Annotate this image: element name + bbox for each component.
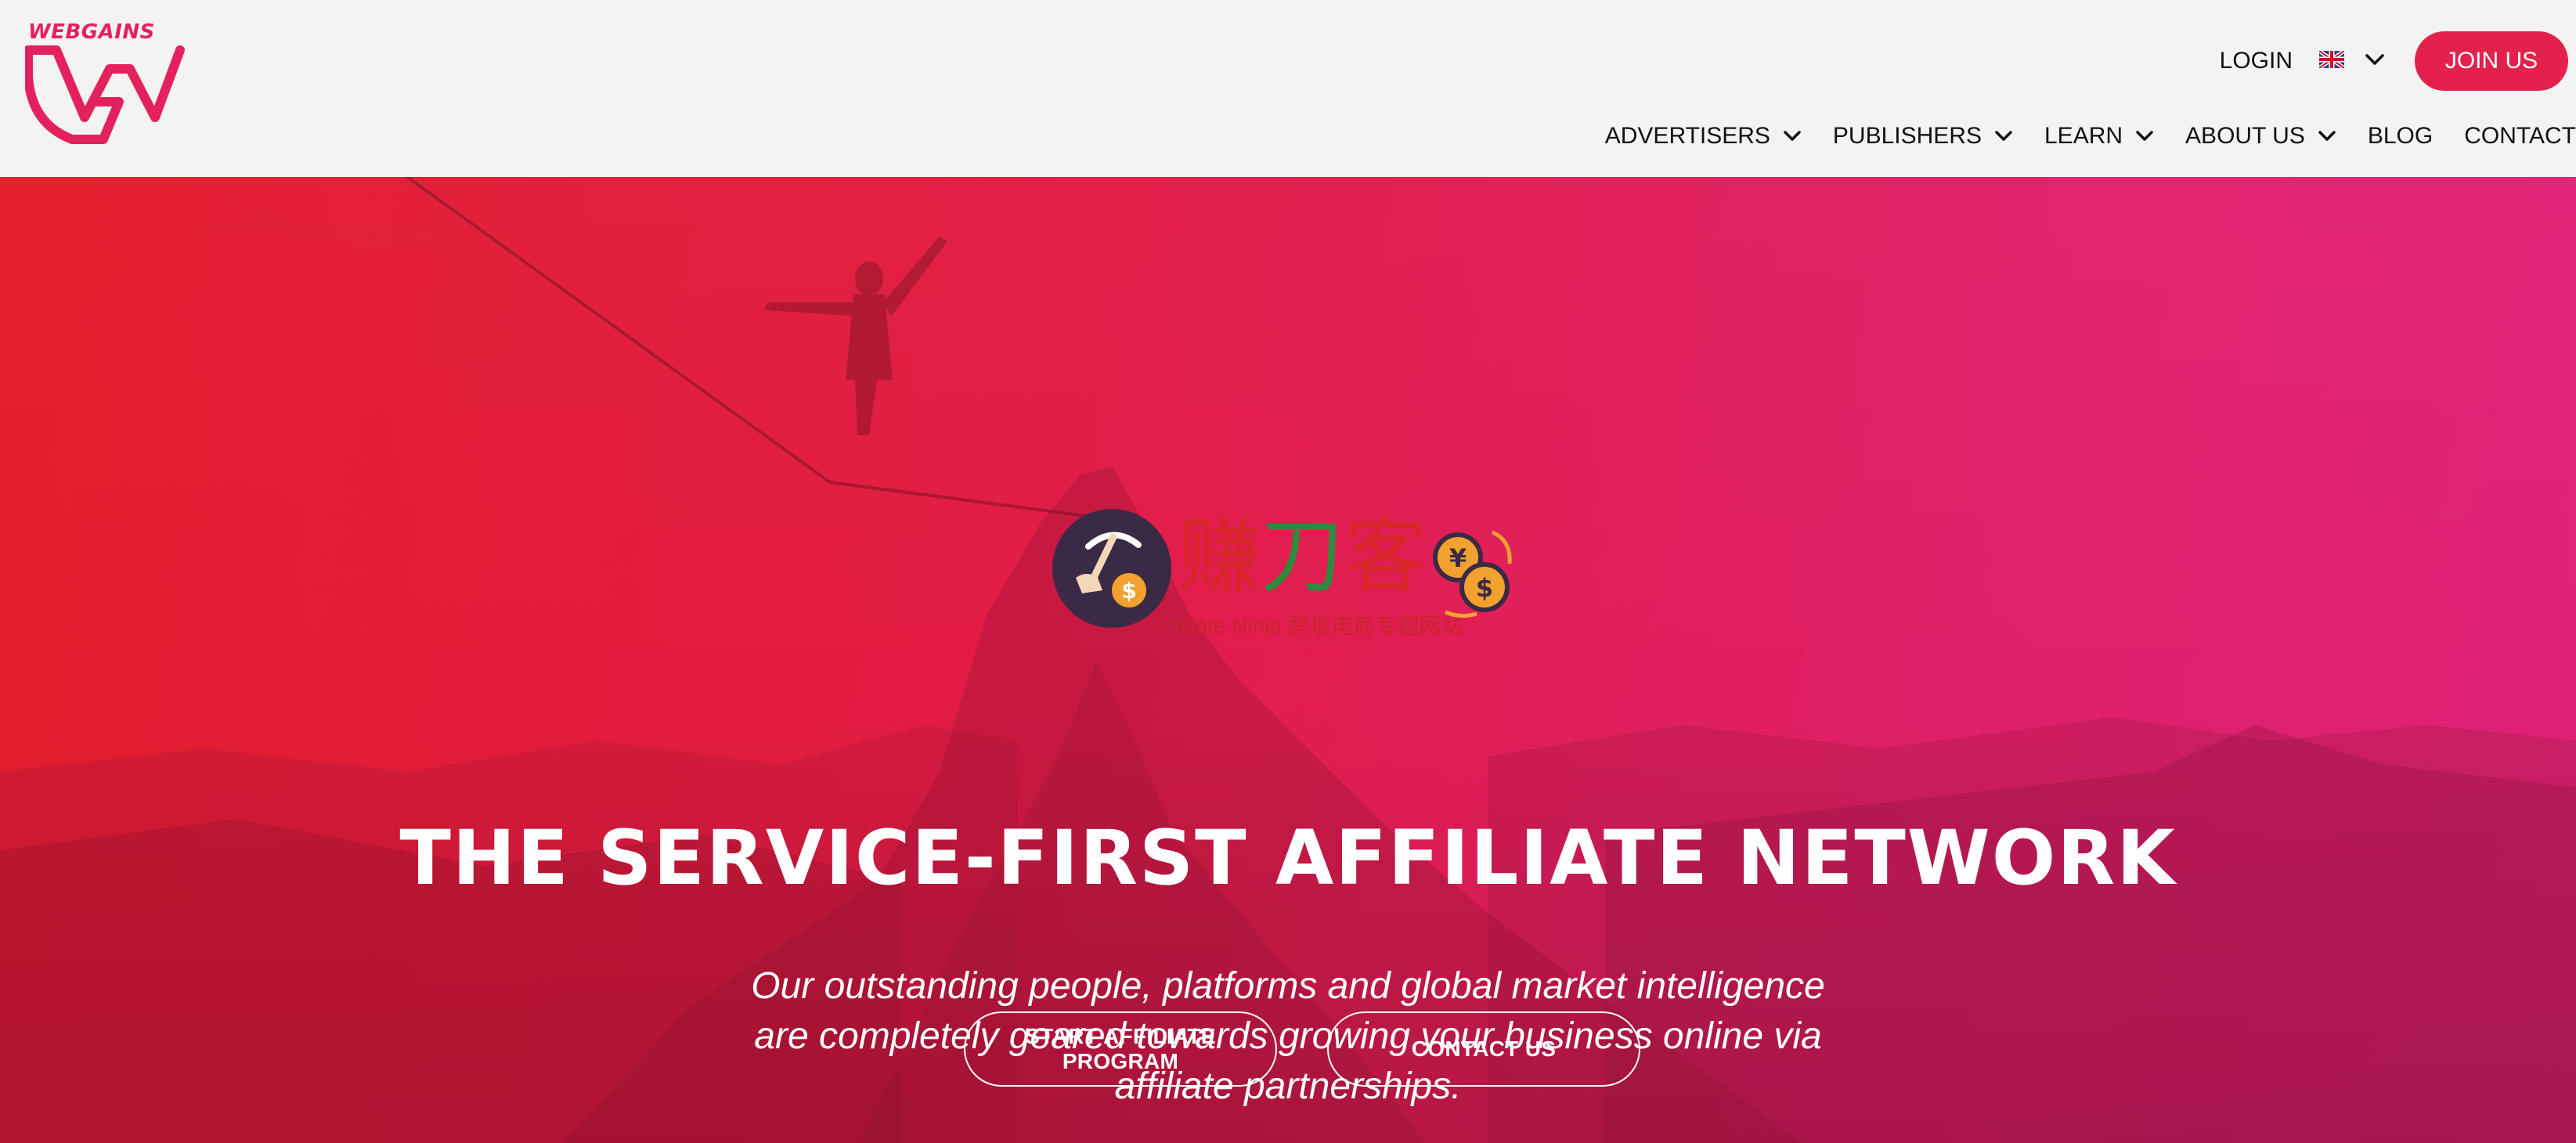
- svg-text:$: $: [1121, 578, 1136, 604]
- nav-item-label: LEARN: [2044, 123, 2123, 149]
- chevron-down-icon: [1995, 131, 2012, 141]
- watermark-char: 刀: [1261, 508, 1344, 604]
- top-bar: LOGIN JOIN US: [2220, 30, 2568, 92]
- watermark-logo: $ 赚刀客 Affiliate Ninja 跨境电商专题网站 ¥ $: [1052, 509, 1522, 638]
- nav-item-label: ABOUT US: [2185, 123, 2305, 149]
- logo-mark-icon: [25, 45, 185, 144]
- hero-subtitle-line: are completely geared towards growing yo…: [754, 1015, 1822, 1057]
- nav-item-label: ADVERTISERS: [1604, 123, 1770, 149]
- hero-subtitle: Our outstanding people, platforms and gl…: [701, 961, 1875, 1112]
- chevron-down-icon: [2318, 131, 2336, 141]
- watermark-char: 赚: [1178, 508, 1261, 604]
- login-link[interactable]: LOGIN: [2220, 48, 2293, 74]
- nav-item-label: PUBLISHERS: [1832, 123, 1982, 149]
- nav-item-publishers[interactable]: PUBLISHERS: [1833, 123, 2013, 150]
- hero-title: THE SERVICE-FIRST AFFILIATE NETWORK: [399, 814, 2177, 902]
- nav-item-label: BLOG: [2367, 123, 2433, 149]
- contact-us-button[interactable]: CONTACT US: [1327, 1011, 1640, 1087]
- coins-icon: ¥ $: [1433, 530, 1512, 618]
- svg-text:¥: ¥: [1449, 543, 1467, 573]
- hero-subtitle-line: affiliate partnerships.: [1114, 1065, 1462, 1107]
- webgains-logo[interactable]: WEBGAINS: [25, 20, 186, 146]
- chevron-down-icon: [2136, 131, 2153, 141]
- nav-item-advertisers[interactable]: ADVERTISERS: [1605, 123, 1802, 150]
- watermark-char: 客: [1344, 508, 1427, 604]
- nav-item-contact[interactable]: CONTACT: [2464, 123, 2576, 150]
- hero-subtitle-line: Our outstanding people, platforms and gl…: [751, 965, 1825, 1007]
- chevron-down-icon: [1784, 131, 1801, 141]
- nav-item-label: CONTACT: [2464, 123, 2576, 149]
- watermark-chinese-text: 赚刀客: [1178, 515, 1427, 598]
- uk-flag-icon[interactable]: [2318, 49, 2346, 72]
- svg-text:$: $: [1476, 573, 1493, 603]
- logo-wordmark: WEBGAINS: [28, 20, 155, 44]
- nav-item-learn[interactable]: LEARN: [2044, 123, 2154, 150]
- nav-item-about-us[interactable]: ABOUT US: [2185, 123, 2336, 150]
- start-affiliate-program-button[interactable]: START AFFILIATE PROGRAM: [964, 1011, 1277, 1087]
- site-header: WEBGAINS LOGIN JOIN US ADVERTISERS PUBLI…: [0, 0, 2576, 177]
- main-navigation: ADVERTISERS PUBLISHERS LEARN ABOUT US BL…: [1605, 116, 2576, 157]
- join-us-button[interactable]: JOIN US: [2415, 31, 2568, 91]
- nav-item-blog[interactable]: BLOG: [2368, 123, 2433, 150]
- watermark-subtext: Affiliate Ninja 跨境电商专题网站: [1154, 614, 1463, 638]
- language-chevron-down-icon[interactable]: [2365, 53, 2385, 70]
- hero-section: $ 赚刀客 Affiliate Ninja 跨境电商专题网站 ¥ $ THE S…: [0, 177, 2576, 1143]
